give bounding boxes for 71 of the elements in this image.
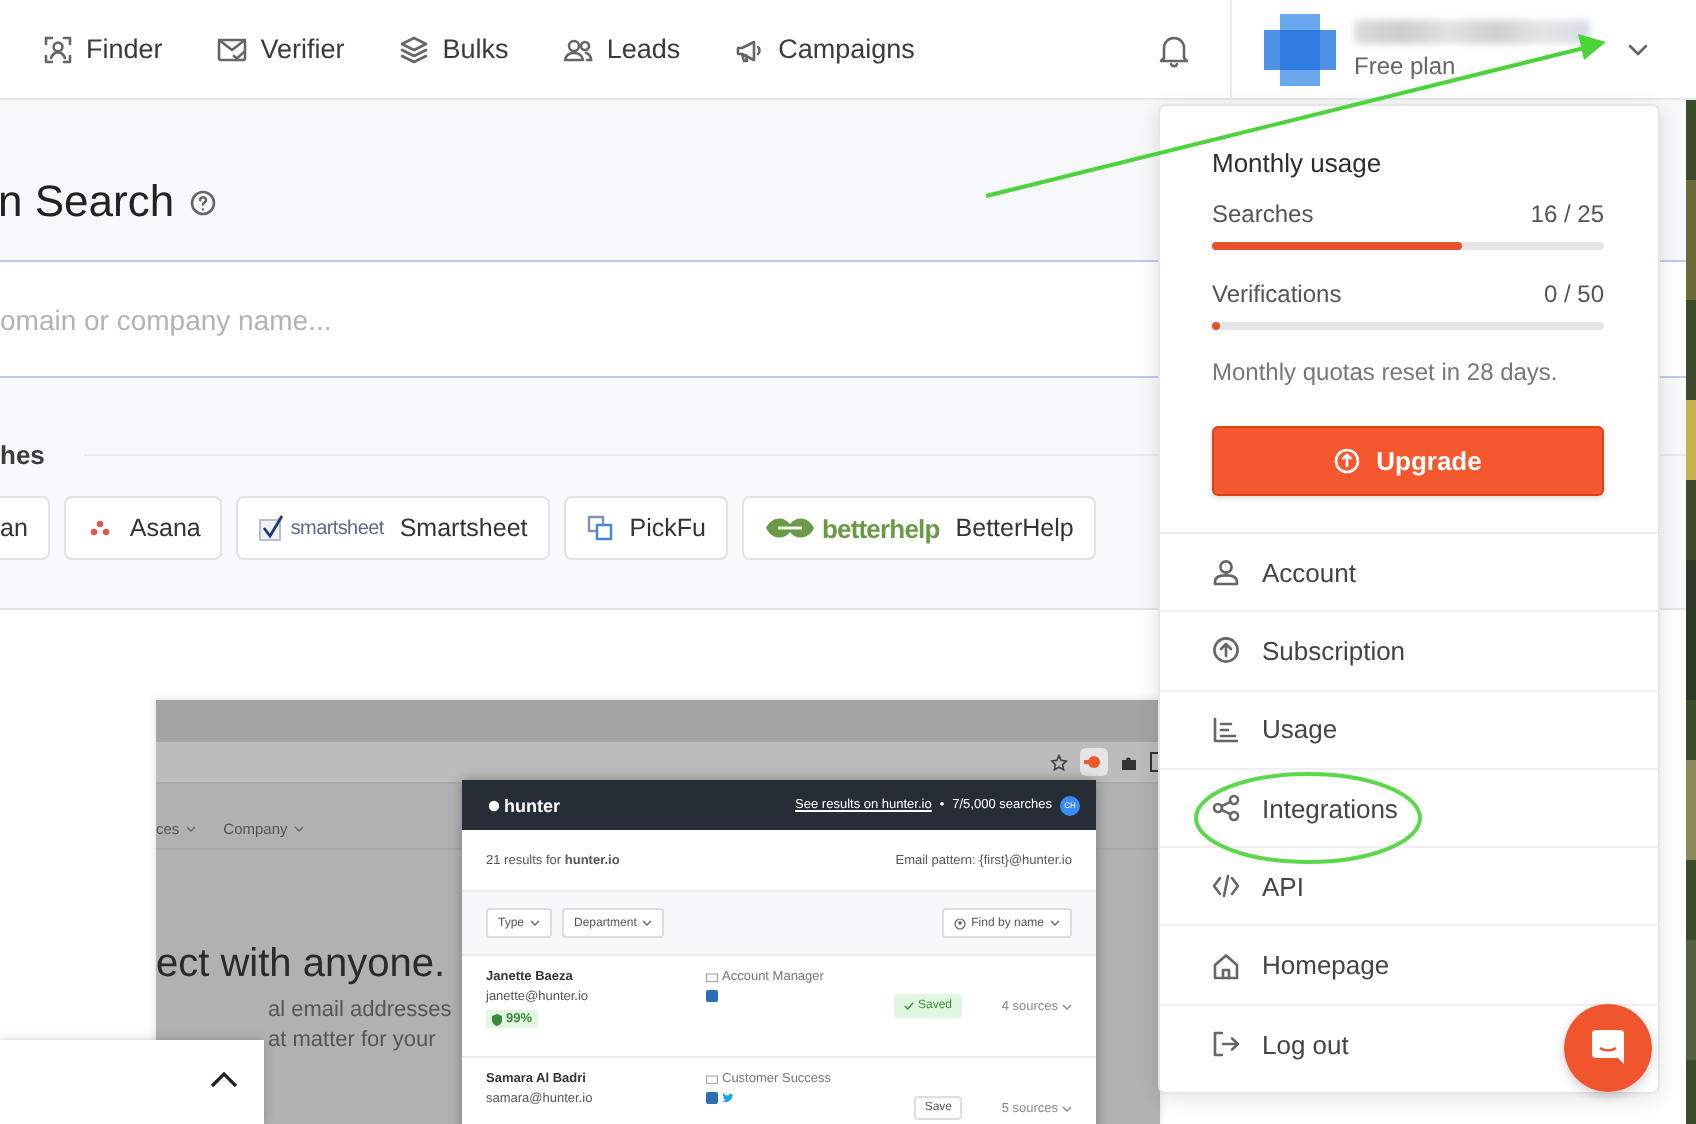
hero-text: al email addresses: [268, 996, 452, 1026]
recent-search-chip[interactable]: smartsheet Smartsheet: [236, 496, 550, 560]
menu-item[interactable]: Account: [1160, 534, 1658, 613]
meter-reading: 16 / 25: [1530, 200, 1604, 228]
chart-icon: [1212, 715, 1240, 744]
person-icon: [1212, 558, 1240, 587]
extension-logo-icon[interactable]: [1080, 748, 1108, 776]
arrow-circle-icon: [1212, 636, 1240, 665]
recent-search-chip[interactable]: Asana: [63, 496, 223, 560]
hero-text: at matter for your: [268, 1026, 436, 1056]
chevron-up-icon[interactable]: [210, 1072, 238, 1088]
meter-reading: 0 / 50: [1543, 280, 1604, 308]
plan-label: Free plan: [1354, 51, 1458, 79]
chevron-down-icon: [642, 920, 653, 926]
chevron-down-icon: [293, 825, 304, 831]
menu-item[interactable]: Homepage: [1160, 926, 1658, 1006]
menu-item[interactable]: Integrations: [1160, 769, 1658, 849]
menu-item[interactable]: Usage: [1160, 691, 1658, 770]
hunter-logo-icon: [488, 799, 500, 811]
recent-search-chip[interactable]: an: [0, 496, 50, 560]
code-icon: [1212, 872, 1240, 901]
brand-logo: smartsheet: [290, 517, 384, 539]
person-frame-icon: [42, 33, 74, 65]
chevron-down-icon: [530, 920, 541, 926]
shield-icon: [492, 1013, 502, 1025]
share-nodes-icon: [1212, 794, 1240, 823]
nav-tab[interactable]: Leads: [562, 33, 681, 65]
chat-bubble-icon: [1588, 1028, 1628, 1068]
chevron-down-icon: [185, 825, 196, 831]
recent-search-chip[interactable]: PickFu: [563, 496, 728, 560]
nav-tab[interactable]: Bulks: [398, 33, 509, 65]
page-title: n Search: [0, 176, 175, 228]
menu-item[interactable]: API: [1160, 848, 1658, 927]
brand-logo: betterhelp: [821, 513, 940, 543]
checkbox-icon: [258, 514, 287, 542]
triangle-dots-icon: [85, 520, 114, 536]
section-label: hes: [0, 440, 45, 470]
linkedin-icon[interactable]: [706, 1092, 718, 1104]
chevron-down-icon[interactable]: [1628, 43, 1648, 55]
puzzle-icon[interactable]: [1120, 753, 1138, 771]
brand-logo: hunter: [504, 795, 560, 815]
nav-tab[interactable]: Finder: [42, 33, 163, 65]
squares-icon: [585, 514, 614, 542]
chevron-down-icon: [1062, 1106, 1072, 1112]
check-icon: [903, 1002, 914, 1010]
sidebar-icon: [1150, 752, 1160, 772]
usage-heading: Monthly usage: [1212, 148, 1384, 178]
check-envelope-icon: [216, 33, 249, 65]
leaf-icon: [763, 514, 816, 542]
briefcase-icon: [706, 1074, 718, 1084]
chevron-down-icon: [1050, 920, 1060, 926]
house-icon: [1212, 951, 1240, 980]
star-icon: [1050, 753, 1068, 771]
linkedin-icon[interactable]: [706, 990, 718, 1002]
nav-tab[interactable]: Campaigns: [734, 33, 915, 65]
chevron-down-icon: [1062, 1004, 1072, 1010]
hero-heading: ect with anyone.: [156, 942, 446, 988]
bell-icon[interactable]: [1158, 31, 1190, 67]
person-circle-icon: [953, 917, 966, 929]
stack-icon: [398, 33, 431, 65]
arrow-circle-icon: [1334, 448, 1361, 474]
meter-label: Verifications: [1212, 280, 1342, 308]
help-icon[interactable]: [190, 189, 217, 215]
nav-tab[interactable]: Verifier: [216, 33, 345, 65]
menu-item[interactable]: Subscription: [1160, 612, 1658, 692]
recent-search-chip[interactable]: betterhelp BetterHelp: [741, 496, 1096, 560]
briefcase-icon: [706, 972, 718, 982]
bird-icon[interactable]: [722, 1092, 734, 1104]
exit-icon: [1212, 1030, 1240, 1059]
avatar-icon: [1264, 13, 1336, 85]
meter-label: Searches: [1212, 200, 1314, 228]
